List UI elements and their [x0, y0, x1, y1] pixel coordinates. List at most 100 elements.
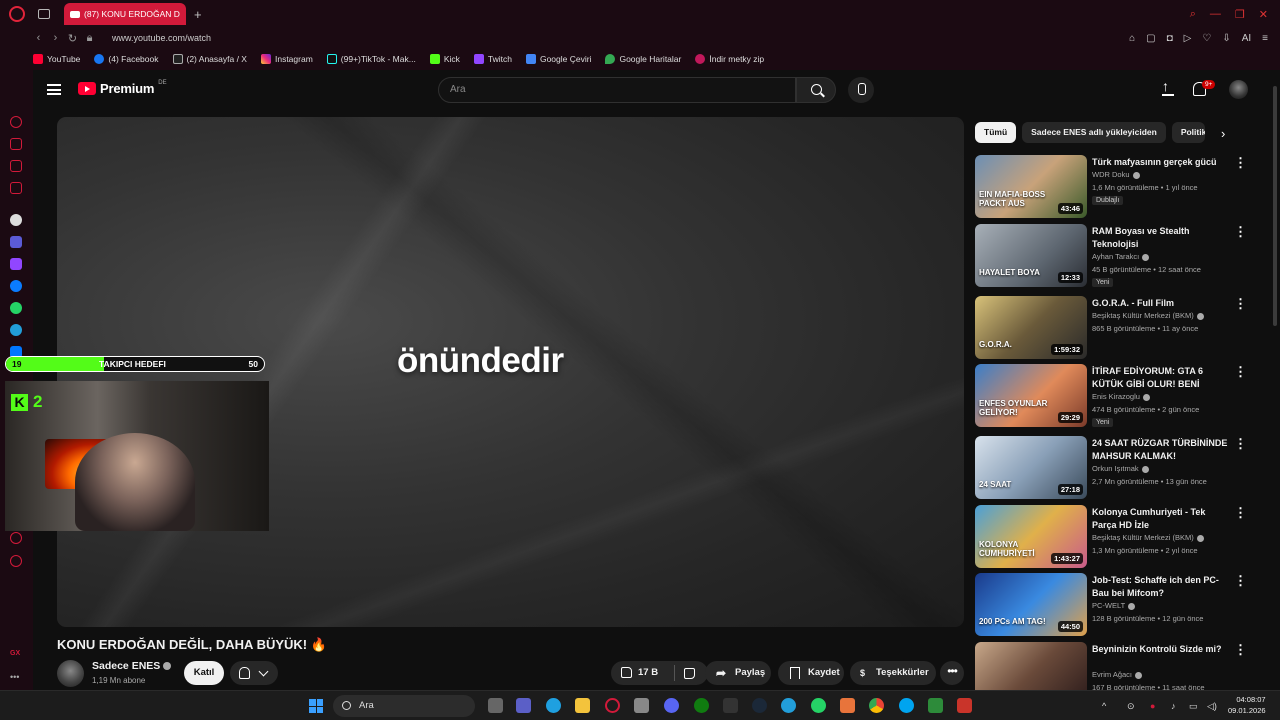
recommendation-menu-icon[interactable]: [1234, 296, 1247, 312]
whatsapp-taskbar-icon[interactable]: [811, 698, 826, 713]
like-icon[interactable]: [621, 667, 632, 678]
video-thumbnail[interactable]: ENFES OYUNLAR GELİYOR! 29:29: [975, 364, 1087, 427]
video-thumbnail[interactable]: EIN MAFIA-BOSS PACKT AUS 43:46: [975, 155, 1087, 218]
maximize-button[interactable]: ❐: [1235, 8, 1245, 21]
recommendation-item[interactable]: 200 PCs AM TAG! 44:50 Job-Test: Schaffe ic…: [975, 573, 1255, 637]
app4-icon[interactable]: [957, 698, 972, 713]
bookmark-facebook[interactable]: (4) Facebook: [94, 54, 159, 64]
xbox-icon[interactable]: [694, 698, 709, 713]
recommendation-title[interactable]: Job-Test: Schaffe ich den PC-Bau bei Mif…: [1092, 574, 1228, 599]
new-tab-button[interactable]: +: [194, 7, 202, 22]
epic-games-icon[interactable]: [723, 698, 738, 713]
video-thumbnail[interactable]: KOLONYA CUMHURİYETİ 1:43:27: [975, 505, 1087, 568]
recommendation-channel[interactable]: Beşiktaş Kültür Merkezi (BKM): [1092, 311, 1204, 320]
twitch-sidebar-icon[interactable]: [10, 258, 22, 270]
sidebar-more-icon[interactable]: •••: [10, 672, 22, 684]
bookmark-instagram[interactable]: Instagram: [260, 54, 313, 64]
recommendation-item[interactable]: G.O.R.A. 1:59:32 G.O.R.A. - Full Film Beşik…: [975, 296, 1255, 360]
video-thumbnail[interactable]: 24 SAAT 27:18: [975, 436, 1087, 499]
recommendation-item[interactable]: 24 SAAT 27:18 24 SAAT RÜZGAR TÜRBİNİNDE MA…: [975, 436, 1255, 500]
snapshot-icon[interactable]: ▢: [1146, 33, 1155, 44]
app2-icon[interactable]: [899, 698, 914, 713]
recommendation-item[interactable]: EIN MAFIA-BOSS PACKT AUS 43:46 Türk mafyas…: [975, 155, 1255, 219]
discord-icon[interactable]: [664, 698, 679, 713]
edge-icon[interactable]: [546, 698, 561, 713]
tab-youtube[interactable]: (87) KONU ERDOĞAN D: [64, 3, 186, 25]
forward-button[interactable]: ›: [47, 32, 64, 44]
history-icon[interactable]: [10, 532, 22, 544]
recommendation-item[interactable]: ENFES OYUNLAR GELİYOR! 29:29 İTİRAF EDİYOR…: [975, 364, 1255, 428]
heart-icon[interactable]: ♡: [1202, 33, 1211, 44]
save-button[interactable]: Kaydet: [778, 661, 844, 685]
subscription-bell-button[interactable]: [230, 661, 278, 685]
volume-icon[interactable]: ◁): [1207, 701, 1217, 711]
recommendation-channel[interactable]: Beşiktaş Kültür Merkezi (BKM): [1092, 533, 1204, 542]
speed-dial-icon[interactable]: [10, 116, 22, 128]
account-avatar[interactable]: [1229, 80, 1248, 99]
file-explorer-icon[interactable]: [575, 698, 590, 713]
bookmark-google-maps[interactable]: Google Haritalar: [605, 54, 681, 64]
recommendation-title[interactable]: Türk mafyasının gerçek gücü: [1092, 156, 1228, 169]
recommendation-menu-icon[interactable]: [1234, 642, 1247, 658]
opera-logo-icon[interactable]: [9, 6, 25, 22]
chip-from-uploader[interactable]: Sadece ENES adlı yükleyiciden: [1022, 122, 1166, 143]
hamburger-menu-icon[interactable]: [47, 84, 61, 95]
windows-start-icon[interactable]: [309, 699, 323, 713]
recommendation-title[interactable]: Beyninizin Kontrolü Sizde mi?: [1092, 643, 1228, 656]
shopping-icon[interactable]: [10, 138, 22, 150]
search-input[interactable]: Ara: [438, 77, 796, 103]
bookmark-youtube[interactable]: YouTube: [33, 54, 80, 64]
video-thumbnail[interactable]: 200 PCs AM TAG! 44:50: [975, 573, 1087, 636]
chatsonic-icon[interactable]: [10, 236, 22, 248]
chip-politics[interactable]: Politika: [1171, 122, 1205, 143]
recommendation-channel[interactable]: PC-WELT: [1092, 601, 1136, 610]
app-icon[interactable]: [840, 698, 855, 713]
join-button[interactable]: Katıl: [184, 661, 224, 685]
dislike-icon[interactable]: [684, 668, 695, 679]
chevron-right-icon[interactable]: ›: [1221, 126, 1225, 141]
store-icon[interactable]: [634, 698, 649, 713]
bookmark-tiktok[interactable]: (99+)TikTok - Mak...: [326, 54, 416, 64]
video-thumbnail[interactable]: G.O.R.A. 1:59:32: [975, 296, 1087, 359]
clock[interactable]: 04:08:07 09.01.2026: [1228, 694, 1266, 716]
play-icon[interactable]: ▷: [1184, 33, 1192, 44]
recommendation-menu-icon[interactable]: [1234, 573, 1247, 589]
bookmark-kick[interactable]: Kick: [429, 54, 460, 64]
messenger-icon[interactable]: [10, 280, 22, 292]
bookmark-google-translate[interactable]: Google Çeviri: [525, 54, 591, 64]
pin-icon[interactable]: ⌂: [1129, 33, 1135, 44]
recommendation-menu-icon[interactable]: [1234, 436, 1247, 452]
recommendation-item[interactable]: HAYALET BOYA 12:33 RAM Boyası ve Stealth T…: [975, 224, 1255, 288]
share-button[interactable]: Paylaş: [705, 661, 771, 685]
bookmark-x[interactable]: (2) Anasayfa / X: [172, 54, 247, 64]
close-button[interactable]: ✕: [1259, 8, 1268, 21]
youtube-logo[interactable]: Premium DE: [78, 80, 167, 96]
upload-icon[interactable]: [1162, 78, 1174, 96]
news-icon[interactable]: [10, 160, 22, 172]
bookmark-twitch[interactable]: Twitch: [473, 54, 512, 64]
tab-islands-icon[interactable]: [38, 9, 50, 19]
recommendation-menu-icon[interactable]: [1234, 364, 1247, 380]
recommendation-channel[interactable]: Enis Kirazoglu: [1092, 392, 1150, 401]
aria-ai-button[interactable]: AI: [1242, 33, 1251, 44]
search-button[interactable]: [796, 77, 836, 103]
tray-opera-icon[interactable]: ●: [1150, 701, 1160, 711]
tray-chevron-icon[interactable]: ^: [1102, 701, 1112, 711]
chip-all[interactable]: Tümü: [975, 122, 1017, 143]
recommendation-menu-icon[interactable]: [1234, 224, 1247, 240]
telegram-taskbar-icon[interactable]: [781, 698, 796, 713]
task-view-icon[interactable]: [488, 698, 503, 713]
opera-gx-taskbar-icon[interactable]: [605, 698, 620, 713]
recommendation-item[interactable]: KOLONYA CUMHURİYETİ 1:43:27 Kolonya Cumhur…: [975, 505, 1255, 569]
microphone-icon[interactable]: ♪: [1171, 701, 1181, 711]
recommendation-title[interactable]: Kolonya Cumhuriyeti - Tek Parça HD İzle: [1092, 506, 1228, 531]
chrome-icon[interactable]: [869, 698, 884, 713]
more-actions-button[interactable]: •••: [940, 661, 964, 685]
taskbar-search[interactable]: Ara: [333, 695, 475, 717]
gaming-icon[interactable]: [10, 182, 22, 194]
channel-name[interactable]: Sadece ENES: [92, 660, 172, 672]
video-thumbnail[interactable]: HAYALET BOYA 12:33: [975, 224, 1087, 287]
recommendation-title[interactable]: G.O.R.A. - Full Film: [1092, 297, 1228, 310]
back-button[interactable]: ‹: [30, 32, 47, 44]
page-scrollbar[interactable]: [1273, 86, 1277, 326]
